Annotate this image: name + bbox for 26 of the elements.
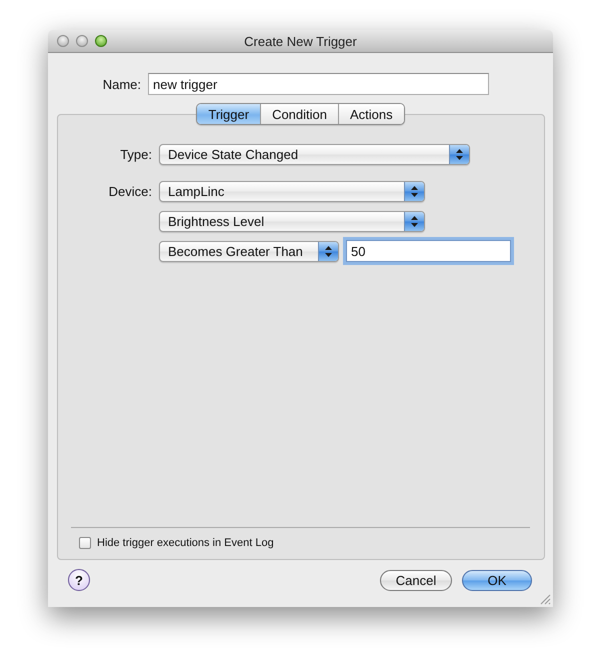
- checkbox[interactable]: [79, 537, 91, 549]
- name-label: Name:: [102, 76, 141, 92]
- type-label: Type:: [119, 147, 152, 162]
- tab[interactable]: Actions: [338, 104, 404, 124]
- cancel-button[interactable]: Cancel: [380, 570, 452, 590]
- minimize-icon[interactable]: [76, 35, 88, 47]
- up-down-arrows-icon: [411, 186, 418, 197]
- device-label: Device:: [108, 184, 152, 199]
- tab[interactable]: Condition: [260, 104, 338, 124]
- help-button[interactable]: ?: [68, 569, 90, 591]
- resize-grip-icon[interactable]: [540, 594, 551, 605]
- up-down-arrows-icon: [325, 246, 332, 256]
- window-title: Create New Trigger: [244, 34, 357, 48]
- up-down-arrows-icon: [411, 216, 418, 227]
- property-popup[interactable]: Brightness Level: [159, 211, 425, 232]
- ok-button[interactable]: OK: [462, 570, 532, 590]
- type-popup[interactable]: Device State Changed: [159, 144, 470, 165]
- close-icon[interactable]: [57, 35, 69, 47]
- value-field[interactable]: 50: [346, 240, 511, 262]
- comparison-popup[interactable]: Becomes Greater Than: [159, 240, 339, 262]
- device-popup[interactable]: LampLinc: [159, 181, 425, 202]
- up-down-arrows-icon: [456, 149, 463, 160]
- tab[interactable]: Trigger: [197, 104, 260, 124]
- checkbox-label: Hide trigger executions in Event Log: [97, 537, 274, 549]
- name-field[interactable]: new trigger: [148, 73, 489, 95]
- zoom-icon[interactable]: [95, 35, 107, 47]
